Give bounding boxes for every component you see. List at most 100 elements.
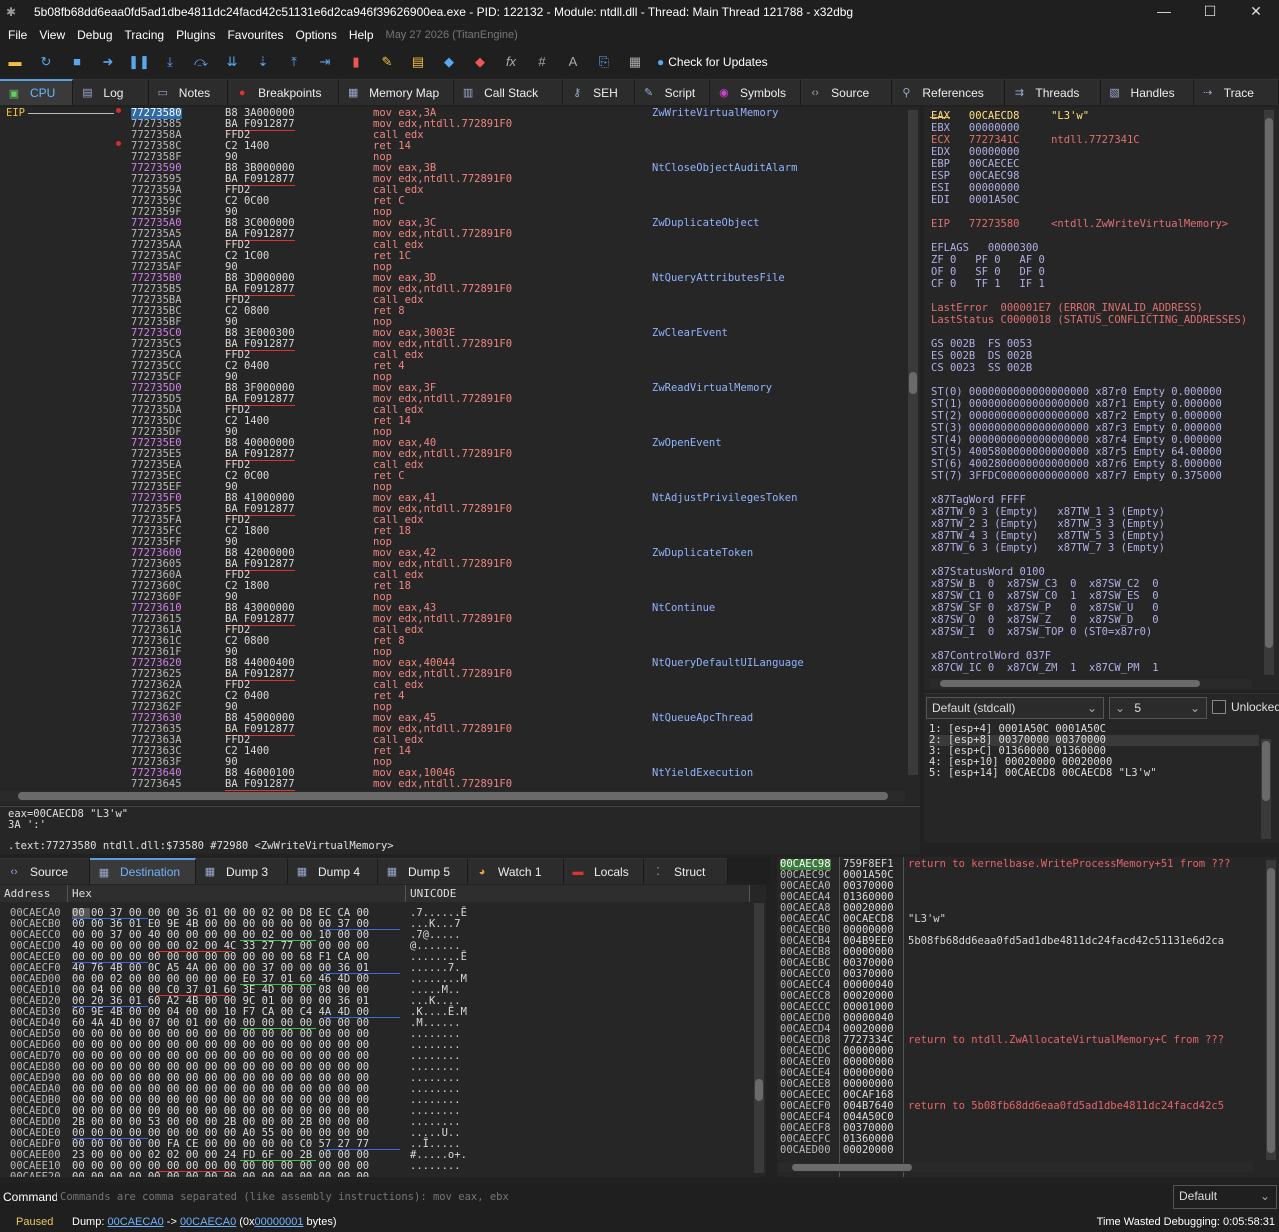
stack-vscrollbar[interactable]	[1266, 860, 1276, 1160]
step-into-icon[interactable]: ⤓	[159, 51, 181, 73]
dump-to-link[interactable]: 00CAECA0	[180, 1216, 236, 1228]
register-line[interactable]: x87CW_IC 0 x87CW_ZM 1 x87CW_PM 1	[931, 662, 1159, 674]
register-line[interactable]: x87TW_0 3 (Empty) x87TW_1 3 (Empty)	[931, 506, 1165, 518]
dump-vscrollbar[interactable]	[754, 903, 764, 1173]
tab-source[interactable]: ‹› Source	[801, 79, 893, 105]
register-line[interactable]: ESP 00CAEC98	[931, 170, 1020, 182]
command-input[interactable]	[57, 1186, 1167, 1208]
register-line[interactable]: ES 002B DS 002B	[931, 350, 1032, 362]
scylla-icon[interactable]: ▮	[345, 51, 367, 73]
patch-icon[interactable]: ✎	[376, 51, 398, 73]
register-line[interactable]: EFLAGS 00000300	[931, 242, 1038, 254]
register-line[interactable]: x87StatusWord 0100	[931, 566, 1045, 578]
stop-icon[interactable]: ■	[66, 51, 88, 73]
tab-breakpoints[interactable]: ● Breakpoints	[228, 79, 340, 105]
stack-view[interactable]: 00CAEC98 759F8EF1 return to kernelbase.Wri…	[777, 857, 1279, 1177]
register-line[interactable]: GS 002B FS 0053	[931, 338, 1032, 350]
menu-view[interactable]: View	[33, 25, 71, 46]
menu-options[interactable]: Options	[289, 25, 342, 46]
tab-trace[interactable]: ⇢ Trace	[1193, 79, 1279, 105]
arguments-vscrollbar[interactable]	[1261, 739, 1271, 839]
execute-till-return-icon[interactable]: ⤒	[283, 51, 305, 73]
register-line[interactable]: ST(0) 0000000000000000000 x87r0 Empty 0.…	[931, 386, 1222, 398]
strings-icon[interactable]: A	[562, 51, 584, 73]
tab-cpu[interactable]: ▣ CPU	[0, 79, 74, 105]
check-updates-button[interactable]: ● Check for Updates	[657, 55, 768, 69]
register-line[interactable]: ST(7) 3FFDC00000000000000 x87r7 Empty 0.…	[931, 470, 1222, 482]
bookmark-icon[interactable]: ◆	[469, 51, 491, 73]
menu-favourites[interactable]: Favourites	[221, 25, 289, 46]
menu-file[interactable]: File	[2, 25, 33, 46]
register-line[interactable]: x87SW_I 0 x87SW_TOP 0 (ST0=x87r0)	[931, 626, 1152, 638]
calculator-icon[interactable]: ▦	[624, 51, 646, 73]
register-line[interactable]: EIP 77273580 <ntdll.ZwWriteVirtualMemory…	[931, 218, 1228, 230]
dump-tab-locals[interactable]: ▬ Locals	[564, 858, 644, 884]
register-line[interactable]: x87SW_B 0 x87SW_C3 0 x87SW_C2 0	[931, 578, 1159, 590]
dump-tab-watch-1[interactable]: ◕ Watch 1	[468, 858, 564, 884]
registers-hscrollbar[interactable]	[930, 679, 1252, 688]
dump-tab-destination[interactable]: ▦ Destination	[90, 858, 196, 884]
tab-references[interactable]: ⚲ References	[892, 79, 1006, 105]
dump-tab-source[interactable]: ‹› Source	[0, 858, 90, 884]
restart-icon[interactable]: ↻	[35, 51, 57, 73]
dump-size-link[interactable]: 00000001	[255, 1216, 304, 1228]
function-icon[interactable]: fx	[500, 51, 522, 73]
register-line[interactable]: EDI 0001A50C	[931, 194, 1020, 206]
register-line[interactable]: x87SW_SF 0 x87SW_P 0 x87SW_U 0	[931, 602, 1159, 614]
register-line[interactable]: x87ControlWord 037F	[931, 650, 1051, 662]
register-line[interactable]: LastError 000001E7 (ERROR_INVALID_ADDRES…	[931, 302, 1203, 314]
register-line[interactable]: ESI 00000000	[931, 182, 1020, 194]
calling-convention-select[interactable]: Default (stdcall) ⌄	[926, 697, 1104, 719]
register-line[interactable]: x87TW_6 3 (Empty) x87TW_7 3 (Empty)	[931, 542, 1165, 554]
disassembly-vscrollbar[interactable]	[908, 110, 918, 775]
disassembly-hscrollbar[interactable]	[0, 791, 905, 801]
registers-vscrollbar[interactable]	[1264, 110, 1274, 675]
trace-over-icon[interactable]: ⇣	[252, 51, 274, 73]
register-line[interactable]: LastStatus C0000018 (STATUS_CONFLICTING_…	[931, 314, 1247, 326]
register-line[interactable]: ST(3) 0000000000000000000 x87r3 Empty 0.…	[931, 422, 1222, 434]
tab-seh[interactable]: ⚷ SEH	[563, 79, 635, 105]
unlocked-checkbox[interactable]	[1212, 700, 1226, 714]
register-line[interactable]: x87TW_2 3 (Empty) x87TW_3 3 (Empty)	[931, 518, 1165, 530]
menu-tracing[interactable]: Tracing	[119, 25, 171, 46]
dump-tab-dump-4[interactable]: ▦ Dump 4	[288, 858, 378, 884]
hex-dump-view[interactable]: Address Hex UNICODE 00CAECA0 00 00 37 00 …	[0, 885, 766, 1177]
menu-help[interactable]: Help	[343, 25, 380, 46]
run-icon[interactable]: ➜	[97, 51, 119, 73]
register-line[interactable]: ST(2) 0000000000000000000 x87r2 Empty 0.…	[931, 410, 1222, 422]
dump-tab-dump-5[interactable]: ▦ Dump 5	[378, 858, 468, 884]
menu-debug[interactable]: Debug	[71, 25, 118, 46]
register-line[interactable]: EAX 00CAECD8 "L3'w"	[931, 110, 1089, 122]
tab-notes[interactable]: ▭ Notes	[148, 79, 229, 105]
breakpoint-dot[interactable]	[116, 108, 121, 113]
disasm-row[interactable]: 77273645 BA F0912877 mov edx,ntdll.772891F…	[0, 779, 905, 791]
register-line[interactable]: x87SW_C1 0 x87SW_C0 1 x87SW_ES 0	[931, 590, 1159, 602]
register-line[interactable]: ST(5) 4005800000000000000 x87r5 Empty 64…	[931, 446, 1222, 458]
register-line[interactable]: EBP 00CAECEC	[931, 158, 1020, 170]
register-line[interactable]: CF 0 TF 1 IF 1	[931, 278, 1045, 290]
argument-row[interactable]: 5: [esp+14] 00CAECD8 00CAECD8 "L3'w"	[929, 768, 1157, 779]
disassembly-view[interactable]: EIP 77273580 B8 3A000000 mov eax,3A ZwWriteV…	[0, 107, 920, 805]
pause-icon[interactable]: ❚❚	[128, 51, 150, 73]
register-line[interactable]: ST(6) 4002800000000000000 x87r6 Empty 8.…	[931, 458, 1222, 470]
register-line[interactable]: x87TagWord FFFF	[931, 494, 1026, 506]
tab-memory-map[interactable]: ▦ Memory Map	[339, 79, 455, 105]
register-line[interactable]: ECX 7727341C ntdll.7727341C	[931, 134, 1140, 146]
tab-log[interactable]: ▤ Log	[73, 79, 149, 105]
registers-view[interactable]: EAX 00CAECD8 "L3'w" EBX 00000000 ECX 77273…	[924, 107, 1279, 690]
stack-row[interactable]: 00CAED00 00020000	[777, 1145, 1267, 1156]
tab-threads[interactable]: ⇉ Threads	[1005, 79, 1101, 105]
label-icon[interactable]: ◆	[438, 51, 460, 73]
step-over-icon[interactable]: ⤼	[190, 51, 212, 73]
command-mode-select[interactable]: Default ⌄	[1173, 1185, 1277, 1209]
dump-tab-struct[interactable]: ⁚ Struct	[644, 858, 728, 884]
dump-from-link[interactable]: 00CAECA0	[107, 1216, 163, 1228]
register-line[interactable]: x87SW_O 0 x87SW_Z 0 x87SW_D 0	[931, 614, 1159, 626]
comment-icon[interactable]: ▤	[407, 51, 429, 73]
register-line[interactable]: EDX 00000000	[931, 146, 1020, 158]
tab-handles[interactable]: ▧ Handles	[1100, 79, 1194, 105]
dump-row[interactable]: 00CAEE20 00 00 00 00 00 00 00 00 00 00 00…	[0, 1172, 760, 1178]
menu-plugins[interactable]: Plugins	[170, 25, 221, 46]
register-line[interactable]: ZF 0 PF 0 AF 0	[931, 254, 1045, 266]
minimize-button[interactable]: —	[1141, 0, 1187, 24]
